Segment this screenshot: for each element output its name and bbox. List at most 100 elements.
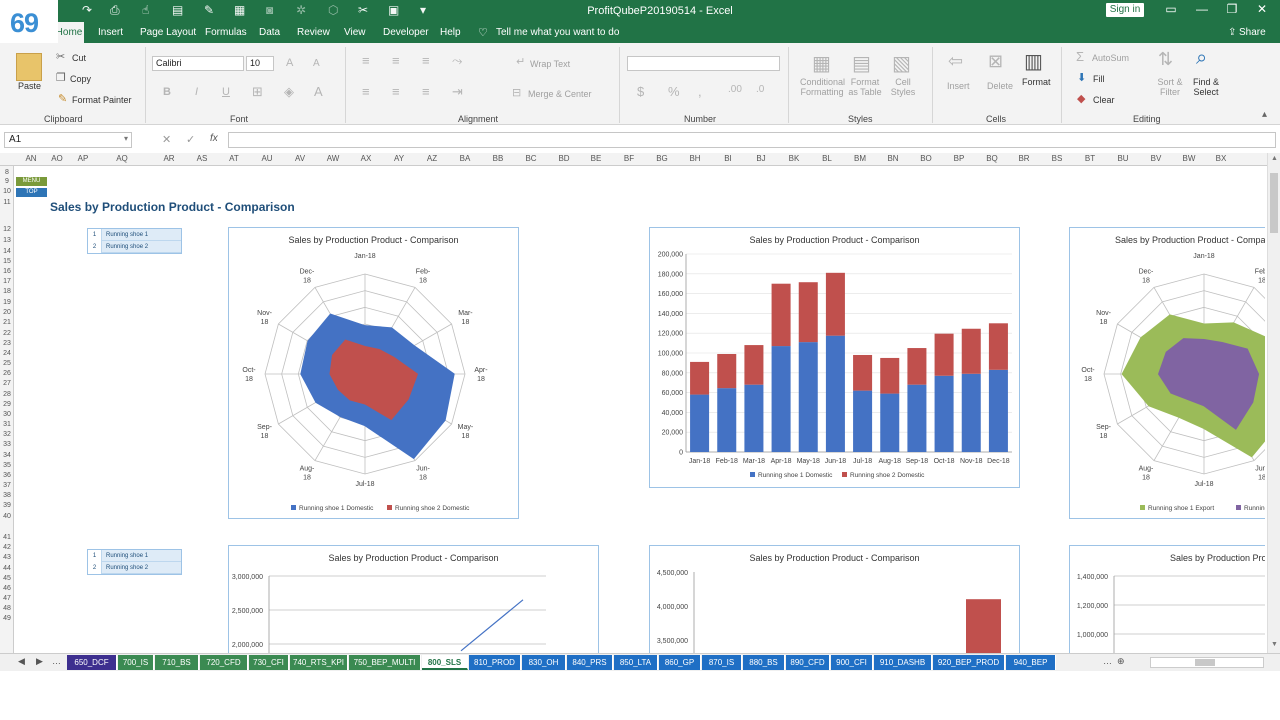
column-header-cell[interactable]: BX	[1206, 154, 1236, 163]
sheet-tab[interactable]: 920_BEP_PROD	[933, 655, 1005, 670]
sheet-tab[interactable]: 650_DCF	[67, 655, 117, 670]
align-top-icon[interactable]: ≡	[362, 53, 370, 68]
tab-view[interactable]: View	[344, 27, 366, 38]
column-header-cell[interactable]: AX	[350, 154, 382, 163]
row-header-cell[interactable]: 28	[0, 391, 14, 398]
column-header-cell[interactable]: BI	[712, 154, 744, 163]
format-button[interactable]: Format	[1022, 77, 1051, 87]
row-header-cell[interactable]: 20	[0, 309, 14, 316]
column-header-cell[interactable]: BA	[448, 154, 482, 163]
clipboard-icon[interactable]: ▣	[388, 3, 399, 17]
cancel-icon[interactable]: ✕	[162, 133, 171, 146]
row-header-cell[interactable]: 8	[0, 169, 14, 176]
row-header-cell[interactable]: 18	[0, 288, 14, 295]
row-header-cell[interactable]: 38	[0, 492, 14, 499]
form-icon[interactable]: ▤	[172, 3, 183, 17]
horizontal-scrollbar[interactable]	[1150, 657, 1264, 668]
increase-decimal-icon[interactable]: .00	[728, 84, 742, 95]
row-header-cell[interactable]: 27	[0, 380, 14, 387]
sheet-tab[interactable]: 740_RTS_KPI	[290, 655, 348, 670]
paste-icon[interactable]	[16, 53, 42, 81]
scroll-up-icon[interactable]: ▲	[1271, 155, 1278, 162]
fill-color-icon[interactable]: ◈	[284, 84, 294, 100]
line-chart[interactable]: Sales by Production Product - Comparison…	[228, 545, 599, 653]
series-row[interactable]: 2 Running shoe 2	[88, 562, 181, 574]
align-left-icon[interactable]: ≡	[362, 84, 370, 99]
column-header-cell[interactable]: AZ	[416, 154, 448, 163]
decrease-decimal-icon[interactable]: .0	[756, 84, 764, 95]
format-as-table-button[interactable]: Format as Table	[846, 77, 884, 97]
font-name-combo[interactable]: Calibri	[152, 56, 244, 71]
shrink-font-icon[interactable]: A	[313, 58, 320, 69]
column-header-cell[interactable]: BQ	[976, 154, 1008, 163]
tab-page-layout[interactable]: Page Layout	[140, 27, 196, 38]
scroll-thumb[interactable]	[1270, 173, 1278, 233]
italic-button[interactable]: I	[195, 86, 198, 98]
row-header-cell[interactable]: 29	[0, 401, 14, 408]
minimize-icon[interactable]: —	[1192, 2, 1212, 16]
row-header-cell[interactable]: 32	[0, 431, 14, 438]
column-header-cell[interactable]: BJ	[744, 154, 778, 163]
align-bottom-icon[interactable]: ≡	[422, 53, 430, 68]
share-icon[interactable]: ⇪	[1228, 27, 1236, 38]
tab-help[interactable]: Help	[440, 27, 461, 38]
restore-icon[interactable]: ❐	[1222, 2, 1242, 16]
worksheet-grid[interactable]: MENU TOP Sales by Production Product - C…	[15, 166, 1265, 653]
sheet-tab[interactable]: 830_OH	[522, 655, 566, 670]
column-header-cell[interactable]: BK	[778, 154, 810, 163]
tell-me-box[interactable]: Tell me what you want to do	[496, 27, 619, 38]
row-header-cell[interactable]: 37	[0, 482, 14, 489]
sheet-tab[interactable]: 900_CFI	[831, 655, 873, 670]
enter-icon[interactable]: ✓	[186, 133, 195, 146]
tab-developer[interactable]: Developer	[383, 27, 429, 38]
row-header-cell[interactable]: 42	[0, 544, 14, 551]
row-header-cell[interactable]: 30	[0, 411, 14, 418]
align-right-icon[interactable]: ≡	[422, 84, 430, 99]
number-format-combo[interactable]	[627, 56, 780, 71]
next-sheet-icon[interactable]: ▶	[36, 656, 43, 667]
column-header-cell[interactable]: AV	[284, 154, 316, 163]
align-middle-icon[interactable]: ≡	[392, 53, 400, 68]
sheet-tab[interactable]: 910_DASHB	[874, 655, 932, 670]
row-header-cell[interactable]: 13	[0, 237, 14, 244]
sheet-tab[interactable]: 710_BS	[155, 655, 199, 670]
column-header-cell[interactable]: BS	[1040, 154, 1074, 163]
insert-button[interactable]: Insert	[947, 81, 970, 91]
bold-button[interactable]: B	[163, 86, 171, 98]
sign-in-button[interactable]: Sign in	[1106, 3, 1144, 17]
column-header-cell[interactable]: BG	[646, 154, 678, 163]
row-header-cell[interactable]: 21	[0, 319, 14, 326]
find-select-button[interactable]: Find & Select	[1191, 77, 1221, 97]
column-header-cell[interactable]: BB	[482, 154, 514, 163]
column-header-cell[interactable]: BM	[844, 154, 876, 163]
column-header-cell[interactable]: BD	[548, 154, 580, 163]
sheet-tab[interactable]: 730_CFI	[249, 655, 289, 670]
name-box[interactable]: A1	[4, 132, 132, 148]
row-header-cell[interactable]: 47	[0, 595, 14, 602]
wrap-text-button[interactable]: Wrap Text	[530, 59, 570, 69]
row-header-cell[interactable]: 19	[0, 299, 14, 306]
row-header-cell[interactable]: 22	[0, 330, 14, 337]
sheet-tab[interactable]: 860_GP	[659, 655, 701, 670]
series-row[interactable]: 2 Running shoe 2	[88, 241, 181, 253]
scroll-down-icon[interactable]: ▼	[1271, 641, 1278, 648]
column-header-cell[interactable]: AY	[382, 154, 416, 163]
row-header-cell[interactable]: 40	[0, 513, 14, 520]
row-header-cell[interactable]: 39	[0, 502, 14, 509]
font-color-icon[interactable]: A	[314, 84, 323, 99]
paste-button[interactable]: Paste	[18, 81, 41, 91]
h-scroll-thumb[interactable]	[1195, 659, 1215, 666]
borders-icon[interactable]: ⊞	[252, 84, 263, 100]
row-header-cell[interactable]: 16	[0, 268, 14, 275]
column-header-cell[interactable]: AP	[74, 154, 92, 163]
row-header-cell[interactable]: 23	[0, 340, 14, 347]
column-header-cell[interactable]: BL	[810, 154, 844, 163]
row-header-cell[interactable]: 49	[0, 615, 14, 622]
row-header-cell[interactable]: 41	[0, 534, 14, 541]
cell-styles-button[interactable]: Cell Styles	[887, 77, 919, 97]
row-header-cell[interactable]: 45	[0, 575, 14, 582]
conditional-formatting-button[interactable]: Conditional Formatting	[800, 77, 845, 97]
insert-function-button[interactable]: fx	[210, 133, 218, 144]
row-header-cell[interactable]: 14	[0, 248, 14, 255]
column-header-cell[interactable]: AU	[250, 154, 284, 163]
